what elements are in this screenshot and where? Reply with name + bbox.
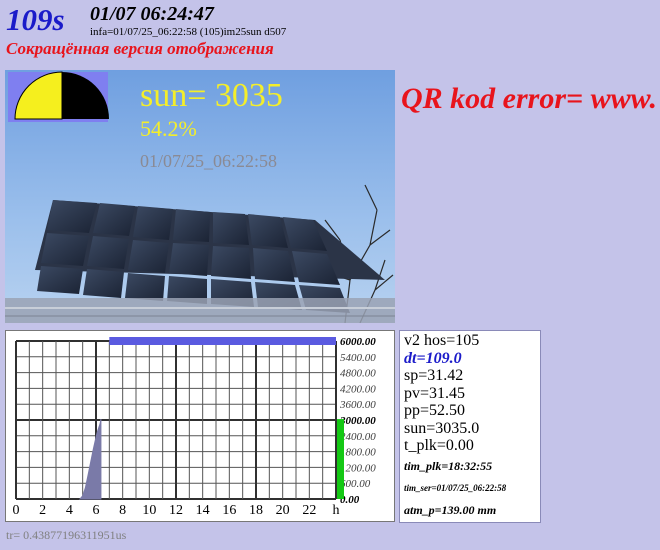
status-panel: v2 hos=105 dt=109.0 sp=31.42 pv=31.45 pp… <box>399 330 541 523</box>
status-hos: v2 hos=105 <box>404 332 480 349</box>
sun-percent: 54.2% <box>140 116 197 141</box>
version-label[interactable]: Сокращённая версия отображения <box>6 39 274 59</box>
info-line: infa=01/07/25_06:22:58 (105)im25sun d507 <box>90 26 287 38</box>
y-tick-label: 2400.00 <box>340 431 376 443</box>
x-tick-label: 20 <box>276 503 290 518</box>
x-tick-label: 6 <box>93 503 100 518</box>
status-pp: pp=52.50 <box>404 402 466 419</box>
top-bar <box>109 337 336 345</box>
current-datetime: 01/07 06:24:47 <box>90 3 214 25</box>
chart-svg: 6000.00 5400.00 4800.00 4200.00 3600.00 3000.… <box>13 336 377 518</box>
y-tick-label: 1800.00 <box>340 447 376 459</box>
x-tick-label: 10 <box>142 503 156 518</box>
x-tick-label: 16 <box>222 503 236 518</box>
sun-chart: 6000.00 5400.00 4800.00 4200.00 3600.00 3000.… <box>5 330 395 522</box>
y-tick-label: 4800.00 <box>340 368 376 380</box>
status-sun: sun=3035.0 <box>404 419 480 437</box>
current-value-bar <box>337 419 344 499</box>
x-tick-label: 22 <box>302 503 316 518</box>
x-tick-label: 14 <box>196 503 210 518</box>
x-tick-label: 12 <box>169 503 183 518</box>
x-tick-label: 18 <box>249 503 263 518</box>
status-pv: pv=31.45 <box>404 384 466 402</box>
footer-timing: tr= 0.43877196311951us <box>6 528 127 542</box>
x-tick-label: h <box>333 503 340 518</box>
y-tick-label: 3000.00 <box>339 415 376 427</box>
y-tick-label: 600.00 <box>340 478 371 490</box>
status-atm-p: atm_p=139.00 mm <box>404 502 497 517</box>
sun-indicator-icon <box>8 71 109 122</box>
y-tick-label: 6000.00 <box>340 336 376 348</box>
x-tick-label: 4 <box>66 503 73 518</box>
sun-value: sun= 3035 <box>140 77 283 114</box>
x-tick-label: 0 <box>13 503 20 518</box>
y-tick-label: 4200.00 <box>340 383 376 395</box>
y-tick-label: 5400.00 <box>340 352 376 364</box>
station-title: 109s <box>6 2 65 37</box>
x-tick-label: 8 <box>119 503 126 518</box>
qr-error-message: QR kod error= www. <box>401 82 658 115</box>
status-tim-ser: tim_ser=01/07/25_06:22:58 <box>404 482 507 493</box>
x-tick-label: 2 <box>39 503 46 518</box>
status-t-plk: t_plk=0.00 <box>404 437 474 454</box>
y-tick-label: 1200.00 <box>340 462 376 474</box>
status-sp: sp=31.42 <box>404 367 464 384</box>
status-tim-plk: tim_plk=18:32:55 <box>404 458 493 473</box>
status-dt: dt=109.0 <box>404 349 462 367</box>
y-tick-label: 3600.00 <box>339 399 376 411</box>
photo-timestamp: 01/07/25_06:22:58 <box>140 151 278 171</box>
